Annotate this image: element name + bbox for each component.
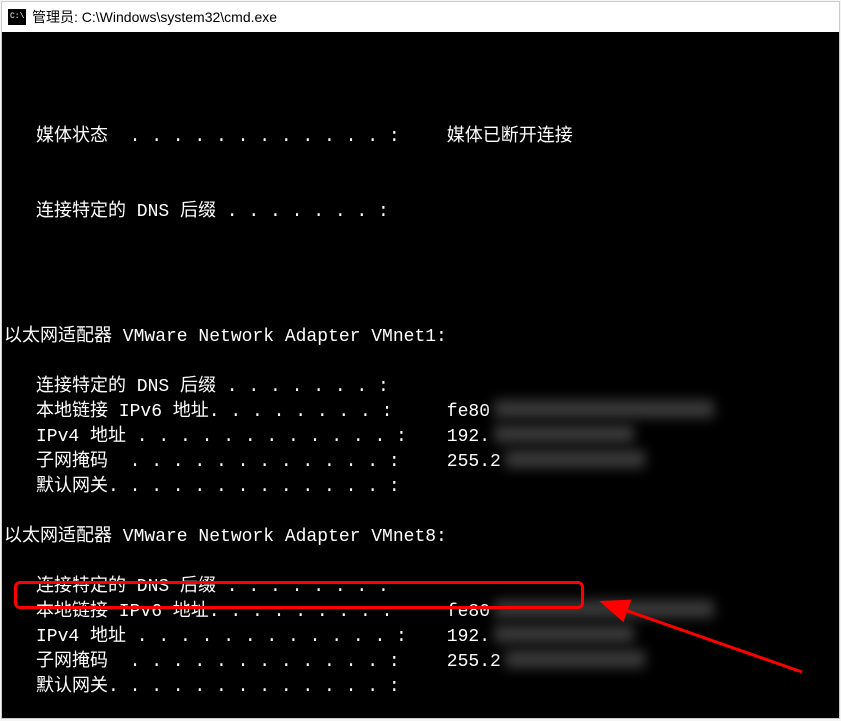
row-value: 255.2 — [436, 650, 839, 675]
output-line: IPv4 地址 . . . . . . . . . . . . : 192. — [2, 425, 839, 450]
media-state-value: 媒体已断开连接 — [436, 125, 839, 150]
output-line: IPv4 地址 . . . . . . . . . . . . : 192. — [2, 625, 839, 650]
output-line: 连接特定的 DNS 后缀 . . . . . . . : — [2, 575, 839, 600]
row-value — [436, 375, 839, 400]
output-line: 本地链接 IPv6 地址. . . . . . . . : fe80 — [2, 600, 839, 625]
row-label: 连接特定的 DNS 后缀 . . . . . . . : — [36, 575, 436, 600]
row-label: 本地链接 IPv6 地址. . . . . . . . : — [36, 400, 436, 425]
row-value: fe80 — [436, 400, 839, 425]
cmd-icon — [8, 9, 26, 25]
output-line: 子网掩码 . . . . . . . . . . . . : 255.2 — [2, 450, 839, 475]
blank-line — [2, 700, 839, 718]
blank-line — [2, 550, 839, 575]
cmd-window: 管理员: C:\Windows\system32\cmd.exe 媒体状态 . … — [1, 1, 840, 719]
terminal-output: 媒体状态 . . . . . . . . . . . . : 媒体已断开连接 连… — [2, 32, 839, 718]
censored-value — [494, 425, 634, 443]
media-state-label: 媒体状态 . . . . . . . . . . . . : — [36, 125, 436, 150]
censored-value — [494, 400, 714, 418]
adapter-header: 以太网适配器 VMware Network Adapter VMnet1: — [2, 325, 839, 350]
blank-line — [2, 350, 839, 375]
row-label: 本地链接 IPv6 地址. . . . . . . . : — [36, 600, 436, 625]
row-label: IPv4 地址 . . . . . . . . . . . . : — [36, 625, 436, 650]
row-label: 子网掩码 . . . . . . . . . . . . : — [36, 650, 436, 675]
row-value — [436, 575, 839, 600]
row-value: 255.2 — [436, 450, 839, 475]
output-line: 连接特定的 DNS 后缀 . . . . . . . : — [2, 375, 839, 400]
censored-value — [494, 625, 634, 643]
output-line: 本地链接 IPv6 地址. . . . . . . . : fe80 — [2, 400, 839, 425]
censored-value — [505, 650, 645, 668]
censored-value — [505, 450, 645, 468]
row-label: IPv4 地址 . . . . . . . . . . . . : — [36, 425, 436, 450]
censored-value — [494, 600, 714, 618]
dns-suffix-label: 连接特定的 DNS 后缀 . . . . . . . : — [36, 200, 436, 225]
row-value — [436, 475, 839, 500]
row-label: 默认网关. . . . . . . . . . . . . : — [36, 475, 436, 500]
adapter-header: 以太网适配器 VMware Network Adapter VMnet8: — [2, 525, 839, 550]
row-label: 默认网关. . . . . . . . . . . . . : — [36, 675, 436, 700]
blank-line — [2, 500, 839, 525]
row-label: 连接特定的 DNS 后缀 . . . . . . . : — [36, 375, 436, 400]
output-line: 连接特定的 DNS 后缀 . . . . . . . : — [2, 200, 839, 225]
output-line: 媒体状态 . . . . . . . . . . . . : 媒体已断开连接 — [2, 125, 839, 150]
blank-line — [2, 300, 839, 325]
output-line: 默认网关. . . . . . . . . . . . . : — [2, 475, 839, 500]
row-value: 192. — [436, 425, 839, 450]
row-value: fe80 — [436, 600, 839, 625]
row-label: 子网掩码 . . . . . . . . . . . . : — [36, 450, 436, 475]
row-value — [436, 675, 839, 700]
title-bar[interactable]: 管理员: C:\Windows\system32\cmd.exe — [2, 2, 839, 32]
window-title: 管理员: C:\Windows\system32\cmd.exe — [32, 7, 277, 27]
row-value: 192. — [436, 625, 839, 650]
output-line: 子网掩码 . . . . . . . . . . . . : 255.2 — [2, 650, 839, 675]
output-line: 默认网关. . . . . . . . . . . . . : — [2, 675, 839, 700]
